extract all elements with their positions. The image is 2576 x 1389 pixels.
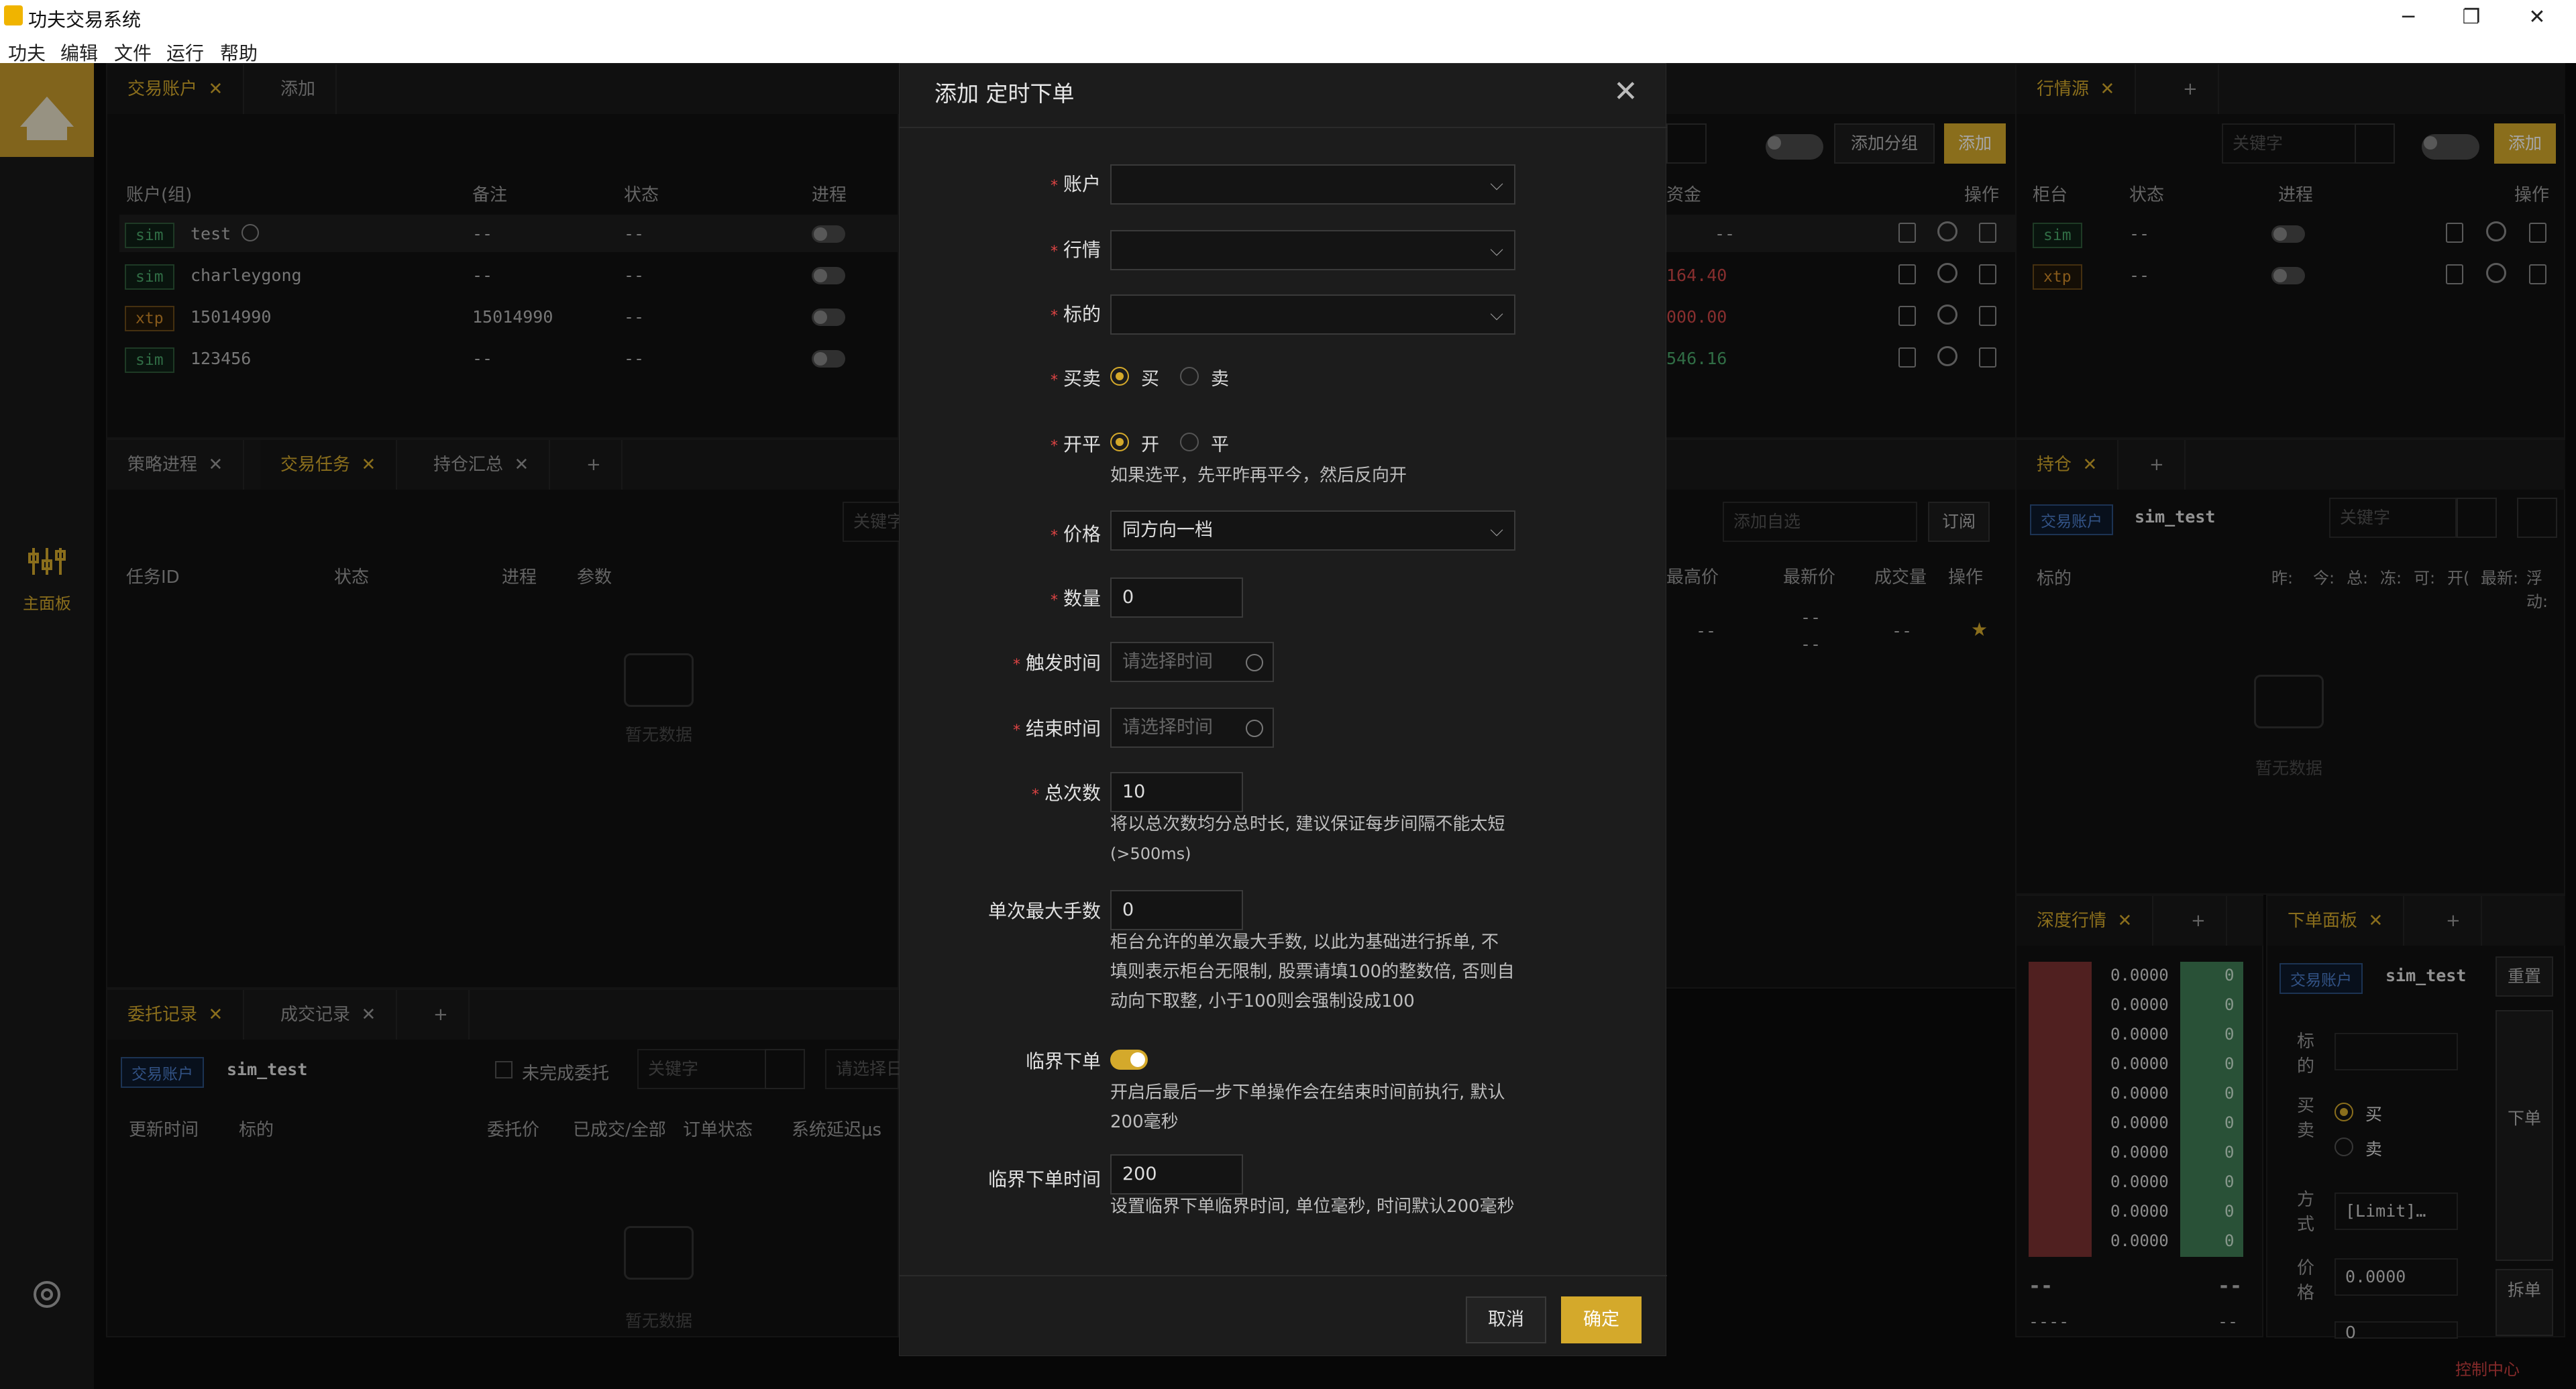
- side-sell-radio[interactable]: [1180, 367, 1199, 386]
- side-buy-label: 买: [1141, 369, 1159, 390]
- side-label-text: 买卖: [1063, 368, 1101, 390]
- critical-time-help: 设置临界下单临界时间, 单位毫秒, 时间默认200毫秒: [1110, 1197, 1515, 1217]
- offset-close-radio[interactable]: [1180, 433, 1199, 451]
- field-label-instrument: * 标的: [1050, 303, 1101, 325]
- field-label-offset: * 开平: [1050, 433, 1101, 455]
- menu-edit[interactable]: 编辑: [60, 39, 98, 66]
- offset-help: 如果选平，先平昨再平今，然后反向开: [1110, 465, 1407, 486]
- chevron-down-icon: ⌵: [1490, 174, 1503, 195]
- max-lot-label-text: 单次最大手数: [987, 900, 1101, 922]
- market-select[interactable]: ⌵: [1110, 230, 1515, 270]
- offset-open-radio[interactable]: [1110, 433, 1129, 451]
- offset-close-label: 平: [1211, 435, 1229, 455]
- critical-switch[interactable]: [1110, 1050, 1148, 1070]
- field-label-volume: * 数量: [1050, 588, 1101, 610]
- timed-order-modal: 添加 定时下单 ✕ * 账户 ⌵ * 行情 ⌵ * 标的 ⌵ * 买卖 买 卖 * 开平 …: [899, 63, 1667, 1357]
- field-label-critical: 临界下单: [900, 1047, 1101, 1074]
- modal-footer: 取消 确定: [900, 1275, 1667, 1357]
- minimize-button[interactable]: ─: [2388, 3, 2428, 32]
- menu-bar: 功夫 编辑 文件 运行 帮助: [0, 36, 2576, 66]
- critical-label-text: 临界下单: [1025, 1050, 1101, 1072]
- close-window-button[interactable]: ✕: [2517, 3, 2557, 32]
- cancel-button[interactable]: 取消: [1466, 1296, 1546, 1343]
- max-lot-help-2: 填则表示柜台无限制, 股票请填100的整数倍, 否则自: [1110, 962, 1515, 982]
- trigger-time-picker[interactable]: 请选择时间: [1110, 642, 1274, 682]
- total-help-2: (>500ms): [1110, 844, 1191, 863]
- end-time-picker[interactable]: 请选择时间: [1110, 708, 1274, 748]
- title-bar: 功夫交易系统 ─ ❐ ✕: [0, 0, 2576, 36]
- side-sell-label: 卖: [1211, 369, 1229, 390]
- side-buy-radio[interactable]: [1110, 367, 1129, 386]
- clock-icon: [1246, 720, 1263, 737]
- total-count-input[interactable]: 10: [1110, 772, 1243, 812]
- max-lot-help-1: 柜台允许的单次最大手数, 以此为基础进行拆单, 不: [1110, 932, 1499, 952]
- field-label-side: * 买卖: [1050, 368, 1101, 390]
- offset-open-label: 开: [1141, 435, 1159, 455]
- confirm-button[interactable]: 确定: [1561, 1296, 1642, 1343]
- price-value: 同方向一档: [1122, 520, 1213, 541]
- volume-label-text: 数量: [1063, 588, 1101, 610]
- field-label-critical-time: 临界下单时间: [900, 1165, 1101, 1192]
- window-title: 功夫交易系统: [28, 9, 142, 31]
- critical-help-2: 200毫秒: [1110, 1112, 1179, 1132]
- account-label-text: 账户: [1063, 173, 1101, 195]
- chevron-down-icon: ⌵: [1490, 520, 1503, 541]
- restore-button[interactable]: ❐: [2451, 3, 2491, 32]
- instrument-select[interactable]: ⌵: [1110, 294, 1515, 335]
- critical-time-input[interactable]: 200: [1110, 1154, 1243, 1194]
- app-logo-icon: [4, 5, 23, 25]
- modal-header: 添加 定时下单 ✕: [900, 64, 1667, 128]
- field-label-market: * 行情: [1050, 239, 1101, 261]
- menu-help[interactable]: 帮助: [220, 39, 258, 66]
- total-label-text: 总次数: [1044, 782, 1101, 804]
- modal-close-icon[interactable]: ✕: [1613, 74, 1638, 109]
- field-label-trigger: * 触发时间: [1012, 652, 1101, 674]
- price-select[interactable]: 同方向一档 ⌵: [1110, 510, 1515, 551]
- chevron-down-icon: ⌵: [1490, 304, 1503, 325]
- menu-file[interactable]: 文件: [114, 39, 152, 66]
- field-label-price: * 价格: [1050, 523, 1101, 545]
- modal-title: 添加 定时下单: [934, 80, 1075, 107]
- field-label-max-lot: 单次最大手数: [900, 897, 1101, 924]
- trigger-placeholder: 请选择时间: [1122, 651, 1213, 672]
- chevron-down-icon: ⌵: [1490, 240, 1503, 260]
- end-label-text: 结束时间: [1025, 718, 1101, 740]
- field-label-total: * 总次数: [1031, 782, 1101, 804]
- max-lot-input[interactable]: 0: [1110, 890, 1243, 930]
- end-placeholder: 请选择时间: [1122, 717, 1213, 738]
- trigger-label-text: 触发时间: [1025, 652, 1101, 674]
- total-help-1: 将以总次数均分总时长, 建议保证每步间隔不能太短: [1110, 814, 1505, 834]
- market-label-text: 行情: [1063, 239, 1101, 261]
- menu-kungfu[interactable]: 功夫: [8, 39, 46, 66]
- clock-icon: [1246, 654, 1263, 671]
- volume-input[interactable]: 0: [1110, 577, 1243, 618]
- instrument-label-text: 标的: [1063, 303, 1101, 325]
- menu-run[interactable]: 运行: [166, 39, 204, 66]
- offset-label-text: 开平: [1063, 433, 1101, 455]
- critical-time-label-text: 临界下单时间: [987, 1168, 1101, 1190]
- account-select[interactable]: ⌵: [1110, 164, 1515, 205]
- max-lot-help-3: 动向下取整, 小于100则会强制设成100: [1110, 991, 1415, 1011]
- field-label-end: * 结束时间: [1012, 718, 1101, 740]
- price-label-text: 价格: [1063, 523, 1101, 545]
- critical-help-1: 开启后最后一步下单操作会在结束时间前执行, 默认: [1110, 1082, 1505, 1103]
- field-label-account: * 账户: [1050, 173, 1101, 195]
